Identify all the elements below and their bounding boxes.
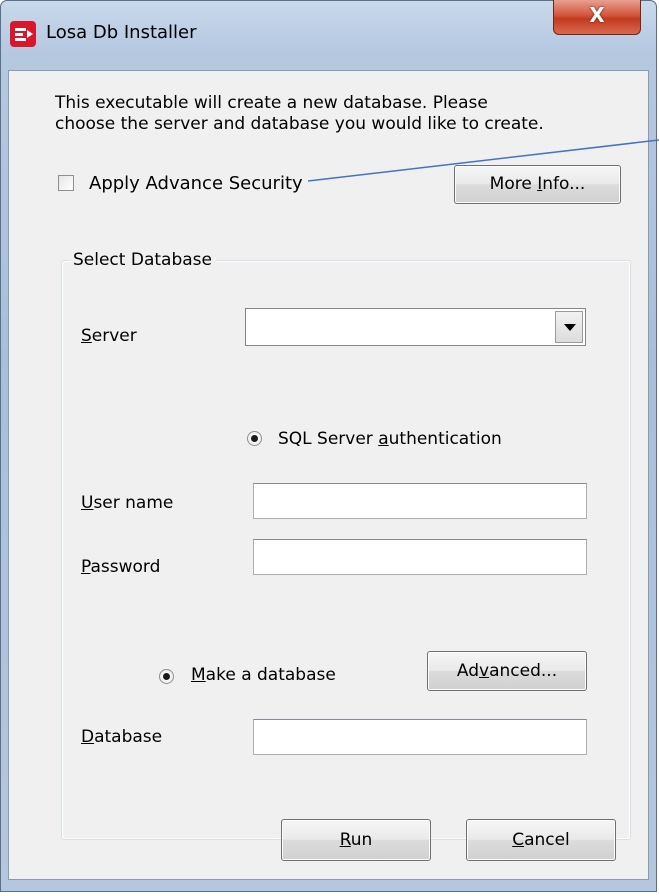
title-bar[interactable]: Losa Db Installer X [0, 0, 657, 70]
window-title: Losa Db Installer [46, 22, 197, 43]
chevron-down-icon[interactable] [555, 311, 583, 343]
server-label: Server [81, 326, 137, 346]
select-database-legend: Select Database [69, 250, 216, 270]
sql-auth-radio[interactable] [247, 431, 262, 446]
installer-window: Losa Db Installer X This executable will… [0, 0, 657, 892]
sql-auth-label[interactable]: SQL Server authentication [278, 429, 502, 449]
run-button[interactable]: Run [281, 819, 431, 861]
advanced-button[interactable]: Advanced... [427, 651, 587, 691]
dialog-client-area: This executable will create a new databa… [8, 70, 649, 880]
make-database-radio[interactable] [159, 669, 174, 684]
intro-line-2: choose the server and database you would… [55, 114, 544, 134]
app-logo-icon [10, 21, 36, 47]
more-info-button[interactable]: More Info... [454, 165, 621, 204]
database-input[interactable] [253, 719, 587, 755]
password-label: Password [81, 557, 161, 577]
close-button[interactable]: X [553, 0, 641, 35]
intro-text: This executable will create a new databa… [55, 93, 635, 135]
server-dropdown[interactable] [245, 308, 586, 346]
intro-line-1: This executable will create a new databa… [55, 93, 488, 113]
password-input[interactable] [253, 539, 587, 575]
close-icon: X [589, 3, 605, 27]
cancel-button[interactable]: Cancel [466, 819, 616, 861]
username-input[interactable] [253, 483, 587, 519]
advance-security-checkbox[interactable] [58, 175, 74, 191]
username-label: User name [81, 493, 174, 513]
database-label: Database [81, 727, 163, 747]
make-database-label[interactable]: Make a database [191, 665, 336, 685]
advance-security-label[interactable]: Apply Advance Security [89, 173, 303, 194]
